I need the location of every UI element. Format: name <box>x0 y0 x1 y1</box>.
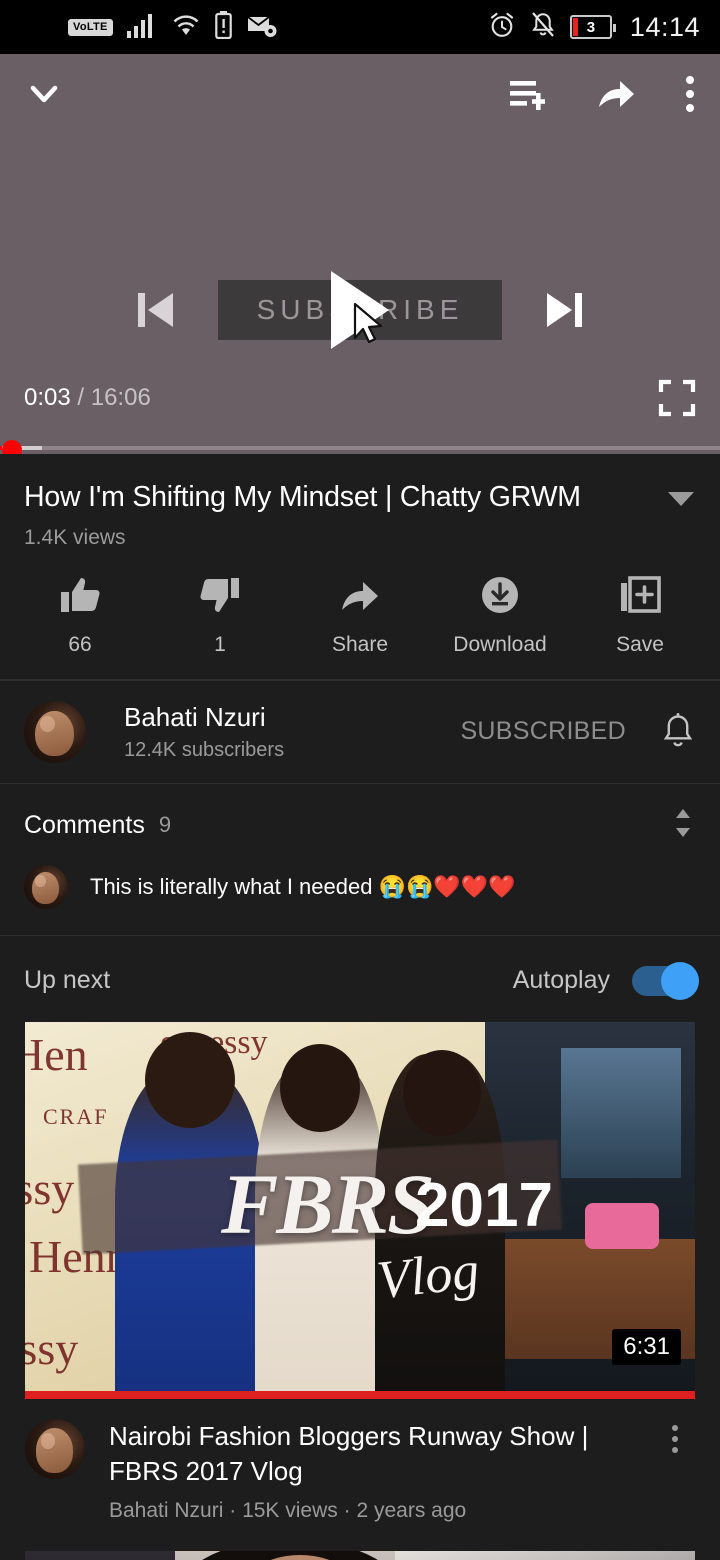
suggested-video-meta: Bahati Nzuri · 15K views · 2 years ago <box>109 1498 467 1522</box>
video-player[interactable]: SUBSCRIBE 0:03 / 16:06 <box>0 54 720 454</box>
video-view-count: 1.4K views <box>24 525 126 549</box>
battery-alert-icon <box>214 10 232 44</box>
skip-next-icon[interactable] <box>538 285 592 335</box>
battery-percent-icon: 3 <box>569 15 616 39</box>
commenter-avatar[interactable] <box>24 864 68 909</box>
add-to-queue-icon[interactable] <box>508 77 550 111</box>
subscribed-button[interactable]: SUBSCRIBED <box>460 717 626 746</box>
mouse-cursor <box>352 302 388 351</box>
chevron-down-icon[interactable] <box>24 74 64 114</box>
thumbnail-brand-text: FBRS <box>221 1155 435 1252</box>
signal-bars-icon <box>126 12 157 43</box>
toggle-knob <box>661 961 699 1000</box>
status-bar-left-icons: VoLTE <box>68 10 278 44</box>
progress-scrubber[interactable] <box>2 440 22 454</box>
android-status-bar: VoLTE 3 14:14 <box>0 0 720 54</box>
suggested-video-thumbnail[interactable]: Hen ennessy CRAF essy Henn Hennessy He e… <box>25 1021 695 1399</box>
fullscreen-icon[interactable] <box>658 379 696 417</box>
overflow-menu-icon[interactable] <box>684 75 696 113</box>
comments-title: Comments <box>24 810 145 839</box>
suggested-video-card[interactable]: Hen ennessy CRAF essy Henn Hennessy He e… <box>0 1021 720 1523</box>
like-count: 66 <box>68 632 92 656</box>
suggested-video-info[interactable]: Nairobi Fashion Bloggers Runway Show | F… <box>25 1399 695 1523</box>
save-button[interactable]: Save <box>570 574 710 657</box>
suggested-video-menu-icon[interactable] <box>655 1419 695 1523</box>
comments-header: Comments 9 <box>24 806 696 845</box>
dislike-button[interactable]: 1 <box>150 574 290 657</box>
playback-time: 0:03 / 16:06 <box>24 384 151 411</box>
volte-icon: VoLTE <box>68 18 113 36</box>
status-bar-right-icons: 3 14:14 <box>488 11 700 44</box>
save-label: Save <box>616 632 664 656</box>
autoplay-label: Autoplay <box>512 966 610 995</box>
chevron-down-triangle-icon[interactable] <box>668 492 694 506</box>
bell-muted-icon <box>530 11 556 44</box>
youtube-watch-screen: VoLTE 3 14:14 0:03 / 16:06 How I'm Shift… <box>0 0 720 1560</box>
player-top-controls <box>0 54 720 134</box>
thumbnail-year-text: 2017 <box>415 1170 553 1240</box>
skip-previous-icon[interactable] <box>128 285 182 335</box>
comment-text: This is literally what I needed 😭😭❤️❤️❤️ <box>90 873 516 899</box>
save-playlist-icon <box>619 574 661 621</box>
thumbnail-artwork: Hen ennessy CRAF essy Henn Hennessy He e… <box>25 1021 695 1399</box>
channel-subscriber-count: 12.4K subscribers <box>124 738 285 761</box>
channel-avatar[interactable] <box>24 700 86 763</box>
video-duration-badge: 6:31 <box>612 1328 681 1365</box>
thumbs-down-icon <box>199 574 241 621</box>
video-progress-bar[interactable] <box>0 440 720 454</box>
notification-bell-icon[interactable] <box>660 712 696 752</box>
sort-comments-icon[interactable] <box>670 806 696 845</box>
avatar-artwork <box>24 700 86 763</box>
share-label: Share <box>331 632 389 656</box>
download-circle-icon <box>479 574 521 621</box>
channel-row[interactable]: Bahati Nzuri 12.4K subscribers SUBSCRIBE… <box>0 679 720 784</box>
video-metadata: How I'm Shifting My Mindset | Chatty GRW… <box>0 454 720 680</box>
avatar-artwork <box>24 864 68 909</box>
alarm-clock-icon <box>488 11 516 44</box>
channel-name: Bahati Nzuri <box>124 701 266 732</box>
suggested-video-title: Nairobi Fashion Bloggers Runway Show | F… <box>109 1420 589 1486</box>
avatar-artwork <box>25 1418 85 1479</box>
wifi-icon <box>171 12 201 43</box>
like-button[interactable]: 66 <box>10 574 150 657</box>
up-next-bar: Up next Autoplay <box>0 935 720 1022</box>
status-bar-clock: 14:14 <box>629 11 700 42</box>
channel-text: Bahati Nzuri 12.4K subscribers <box>124 702 460 762</box>
next-suggested-thumbnail[interactable] <box>25 1550 695 1560</box>
up-next-label: Up next <box>24 966 111 995</box>
thumbnail-vlog-text: Vlog <box>374 1239 482 1310</box>
progress-track <box>0 446 720 450</box>
dislike-count: 1 <box>214 632 226 656</box>
watched-progress-bar <box>25 1390 695 1399</box>
suggestion-channel-avatar[interactable] <box>25 1418 85 1479</box>
download-button[interactable]: Download <box>430 574 570 657</box>
video-title-row[interactable]: How I'm Shifting My Mindset | Chatty GRW… <box>0 454 720 516</box>
autoplay-toggle[interactable] <box>632 961 699 1000</box>
share-arrow-icon <box>339 574 381 621</box>
video-title: How I'm Shifting My Mindset | Chatty GRW… <box>24 481 581 513</box>
player-time-row: 0:03 / 16:06 <box>0 378 720 418</box>
comments-count: 9 <box>158 812 172 838</box>
video-action-row: 66 1 Share Download Save <box>0 550 720 679</box>
top-comment[interactable]: This is literally what I needed 😭😭❤️❤️❤️ <box>24 864 696 909</box>
email-sync-icon <box>246 12 278 43</box>
comments-section[interactable]: Comments 9 This is literally what I need… <box>0 783 720 936</box>
share-arrow-icon[interactable] <box>596 77 638 111</box>
thumbs-up-icon <box>59 574 101 621</box>
share-button[interactable]: Share <box>290 574 430 657</box>
download-label: Download <box>453 632 547 656</box>
